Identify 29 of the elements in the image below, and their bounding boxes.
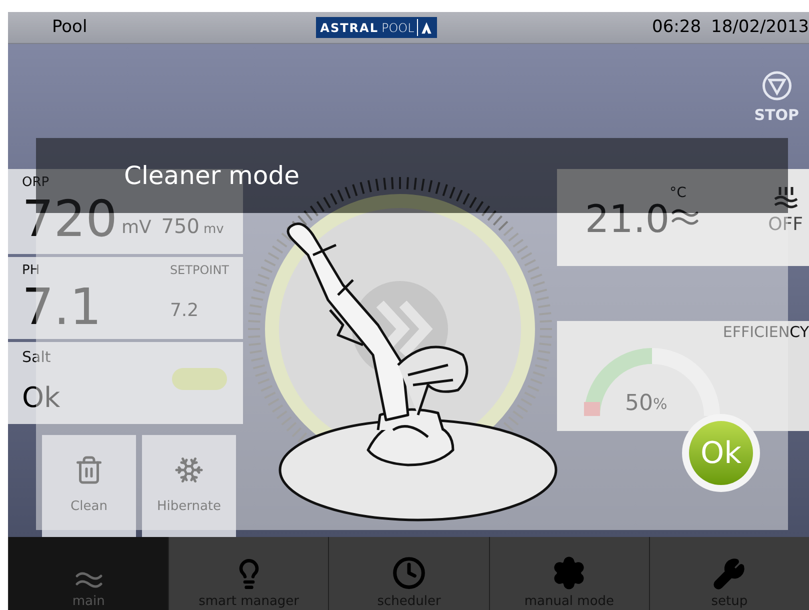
ph-setpoint: 7.2 — [170, 299, 200, 323]
efficiency-label: EFFICIENCY — [722, 322, 809, 343]
trash-icon — [74, 455, 104, 486]
mode-button[interactable]: Clean — [42, 435, 136, 537]
dialog-title: Cleaner mode — [124, 160, 300, 192]
location-label: Pool — [52, 16, 88, 39]
ok-button[interactable]: Ok — [689, 421, 753, 485]
snowflake-icon — [174, 455, 204, 486]
heater-status: OFF — [768, 213, 803, 237]
orp-setpoint-unit: mv — [203, 221, 224, 239]
temperature-unit: °C — [670, 184, 686, 203]
salt-label: Salt — [22, 347, 51, 368]
salt-value: Ok — [22, 380, 60, 416]
date-text: 18/02/2013 — [711, 16, 809, 39]
ph-value: 7.1 — [22, 280, 102, 332]
efficiency-value: 50 — [625, 392, 653, 416]
mode-button[interactable]: Hibernate — [142, 435, 236, 537]
ph-label: PH — [22, 262, 40, 280]
stop-button[interactable]: STOP — [754, 70, 799, 126]
brand-logo: ASTRAL POOL — [316, 17, 438, 38]
salt-indicator — [172, 368, 227, 390]
orp-unit: mV — [121, 216, 152, 240]
wrench-icon — [713, 558, 746, 590]
orp-setpoint: 750 — [161, 212, 200, 240]
clock-icon — [392, 556, 426, 590]
efficiency-unit: % — [653, 394, 668, 415]
nav-tab[interactable]: main — [8, 537, 168, 610]
setpoint-label: SETPOINT — [170, 262, 229, 279]
clock-time: 06:28 — [652, 16, 702, 39]
